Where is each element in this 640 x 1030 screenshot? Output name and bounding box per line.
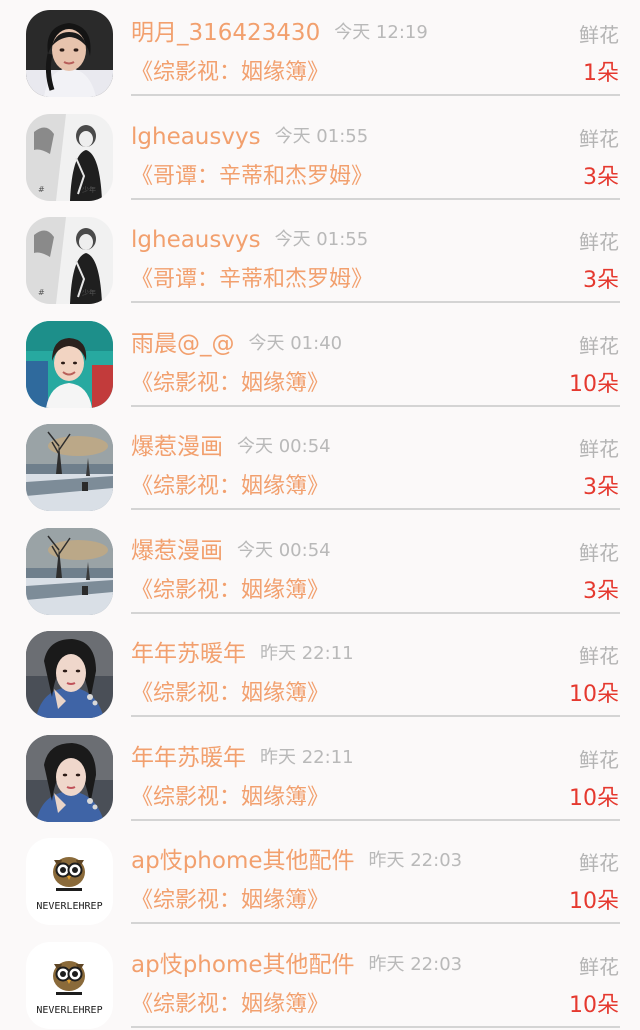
logo-text: NEVERLEHREP <box>36 901 102 912</box>
avatar[interactable] <box>26 527 113 615</box>
avatar[interactable] <box>26 424 113 511</box>
gift-type: 鲜花 <box>579 437 619 461</box>
timestamp: 昨天 22:11 <box>260 746 354 768</box>
gift-count: 3朵 <box>583 578 619 604</box>
avatar[interactable] <box>26 734 113 822</box>
gift-type: 鲜花 <box>579 644 619 668</box>
user-name[interactable]: 年年苏暖年 昨天 22:11 <box>131 743 354 773</box>
work-title[interactable]: 《哥谭：辛蒂和杰罗姆》 <box>131 265 373 295</box>
list-item[interactable]: # 少年 lgheausvys 今天 01:55 鲜花 《哥谭：辛蒂和杰罗姆》 3… <box>0 207 640 311</box>
costume-woman-image <box>26 631 113 718</box>
list-item[interactable]: 年年苏暖年 昨天 22:11 鲜花 《综影视：姻缘簿》 10朵 <box>0 725 640 829</box>
gift-count: 1朵 <box>583 61 619 86</box>
costume-woman-image <box>26 734 113 822</box>
list-item[interactable]: 年年苏暖年 昨天 22:11 鲜花 《综影视：姻缘簿》 10朵 <box>0 621 640 725</box>
work-title[interactable]: 《综影视：姻缘簿》 <box>131 679 329 709</box>
avatar[interactable]: NEVERLEHREP <box>26 941 113 1029</box>
winter-landscape-image <box>26 527 113 615</box>
svg-text:少年: 少年 <box>82 288 96 297</box>
logo-text: NEVERLEHREP <box>36 1005 102 1016</box>
divider <box>131 611 620 614</box>
list-item[interactable]: 爆惹漫画 今天 00:54 鲜花 《综影视：姻缘簿》 3朵 <box>0 518 640 622</box>
divider <box>131 197 620 200</box>
gift-type: 鲜花 <box>579 540 619 565</box>
timestamp: 今天 01:55 <box>274 125 369 147</box>
timestamp: 今天 01:40 <box>248 332 343 354</box>
timestamp: 今天 01:55 <box>274 229 369 250</box>
woman-portrait-image <box>26 10 113 97</box>
user-name[interactable]: 明月_316423430 今天 12:19 <box>131 18 428 48</box>
divider <box>131 508 620 510</box>
owl-logo-image: NEVERLEHREP <box>26 941 113 1029</box>
gift-count: 3朵 <box>583 475 619 500</box>
timestamp: 今天 12:19 <box>334 22 428 43</box>
gift-count: 3朵 <box>583 268 619 293</box>
svg-text:#: # <box>38 185 45 194</box>
avatar[interactable]: # 少年 <box>26 217 113 304</box>
user-name[interactable]: lgheausvys 今天 01:55 <box>131 225 368 255</box>
gift-count: 3朵 <box>583 164 619 190</box>
gift-record-list: 明月_316423430 今天 12:19 鲜花 《综影视：姻缘簿》 1朵 # 少… <box>0 0 640 1030</box>
user-name[interactable]: ap忮phome其他配件 昨天 22:03 <box>131 846 462 876</box>
list-item[interactable]: NEVERLEHREP ap忮phome其他配件 昨天 22:03 鲜花 《综影视… <box>0 828 640 932</box>
gift-count: 10朵 <box>569 992 619 1018</box>
work-title[interactable]: 《综影视：姻缘簿》 <box>131 783 329 813</box>
avatar[interactable] <box>26 10 113 97</box>
user-name[interactable]: ap忮phome其他配件 昨天 22:03 <box>131 950 462 980</box>
gift-type: 鲜花 <box>579 126 619 151</box>
mono-sketch-image: # 少年 <box>26 217 113 304</box>
work-title[interactable]: 《综影视：姻缘簿》 <box>131 58 329 88</box>
work-title[interactable]: 《综影视：姻缘簿》 <box>131 886 329 916</box>
svg-text:#: # <box>38 288 45 297</box>
work-title[interactable]: 《综影视：姻缘簿》 <box>131 990 329 1020</box>
list-item[interactable]: 明月_316423430 今天 12:19 鲜花 《综影视：姻缘簿》 1朵 <box>0 0 640 104</box>
user-name[interactable]: 年年苏暖年 昨天 22:11 <box>131 639 354 669</box>
owl-logo-image: NEVERLEHREP <box>26 838 113 925</box>
work-title[interactable]: 《综影视：姻缘簿》 <box>131 576 329 606</box>
gift-count: 10朵 <box>569 682 619 707</box>
avatar[interactable] <box>26 320 113 408</box>
user-name[interactable]: 雨晨@_@ 今天 01:40 <box>131 329 342 359</box>
timestamp: 昨天 22:03 <box>368 953 463 975</box>
mono-sketch-image: # 少年 <box>26 113 113 201</box>
divider <box>131 922 620 924</box>
divider <box>131 818 620 821</box>
winter-landscape-image <box>26 424 113 511</box>
list-item[interactable]: NEVERLEHREP ap忮phome其他配件 昨天 22:03 鲜花 《综影视… <box>0 932 640 1030</box>
gift-type: 鲜花 <box>579 747 619 772</box>
user-name[interactable]: 爆惹漫画 今天 00:54 <box>131 536 331 566</box>
avatar[interactable] <box>26 631 113 718</box>
gift-count: 10朵 <box>569 785 619 811</box>
timestamp: 今天 00:54 <box>237 436 331 457</box>
work-title[interactable]: 《哥谭：辛蒂和杰罗姆》 <box>131 162 373 192</box>
divider <box>131 404 620 407</box>
user-name[interactable]: 爆惹漫画 今天 00:54 <box>131 432 331 462</box>
gift-type: 鲜花 <box>579 851 619 875</box>
list-item[interactable]: # 少年 lgheausvys 今天 01:55 鲜花 《哥谭：辛蒂和杰罗姆》 3… <box>0 104 640 208</box>
avatar[interactable]: # 少年 <box>26 113 113 201</box>
user-name[interactable]: lgheausvys 今天 01:55 <box>131 122 368 152</box>
svg-text:少年: 少年 <box>82 185 96 194</box>
list-item[interactable]: 爆惹漫画 今天 00:54 鲜花 《综影视：姻缘簿》 3朵 <box>0 414 640 518</box>
avatar[interactable]: NEVERLEHREP <box>26 838 113 925</box>
work-title[interactable]: 《综影视：姻缘簿》 <box>131 472 329 502</box>
young-man-image <box>26 320 113 408</box>
gift-count: 10朵 <box>569 889 619 914</box>
gift-count: 10朵 <box>569 371 619 397</box>
divider <box>131 1025 620 1028</box>
gift-type: 鲜花 <box>579 230 619 254</box>
gift-type: 鲜花 <box>579 954 619 979</box>
list-item[interactable]: 雨晨@_@ 今天 01:40 鲜花 《综影视：姻缘簿》 10朵 <box>0 311 640 415</box>
work-title[interactable]: 《综影视：姻缘簿》 <box>131 369 329 399</box>
timestamp: 昨天 22:11 <box>260 643 354 664</box>
divider <box>131 94 620 96</box>
divider <box>131 301 620 303</box>
timestamp: 昨天 22:03 <box>368 850 463 871</box>
gift-type: 鲜花 <box>579 23 619 47</box>
gift-type: 鲜花 <box>579 333 619 358</box>
timestamp: 今天 00:54 <box>237 539 331 561</box>
divider <box>131 715 620 717</box>
